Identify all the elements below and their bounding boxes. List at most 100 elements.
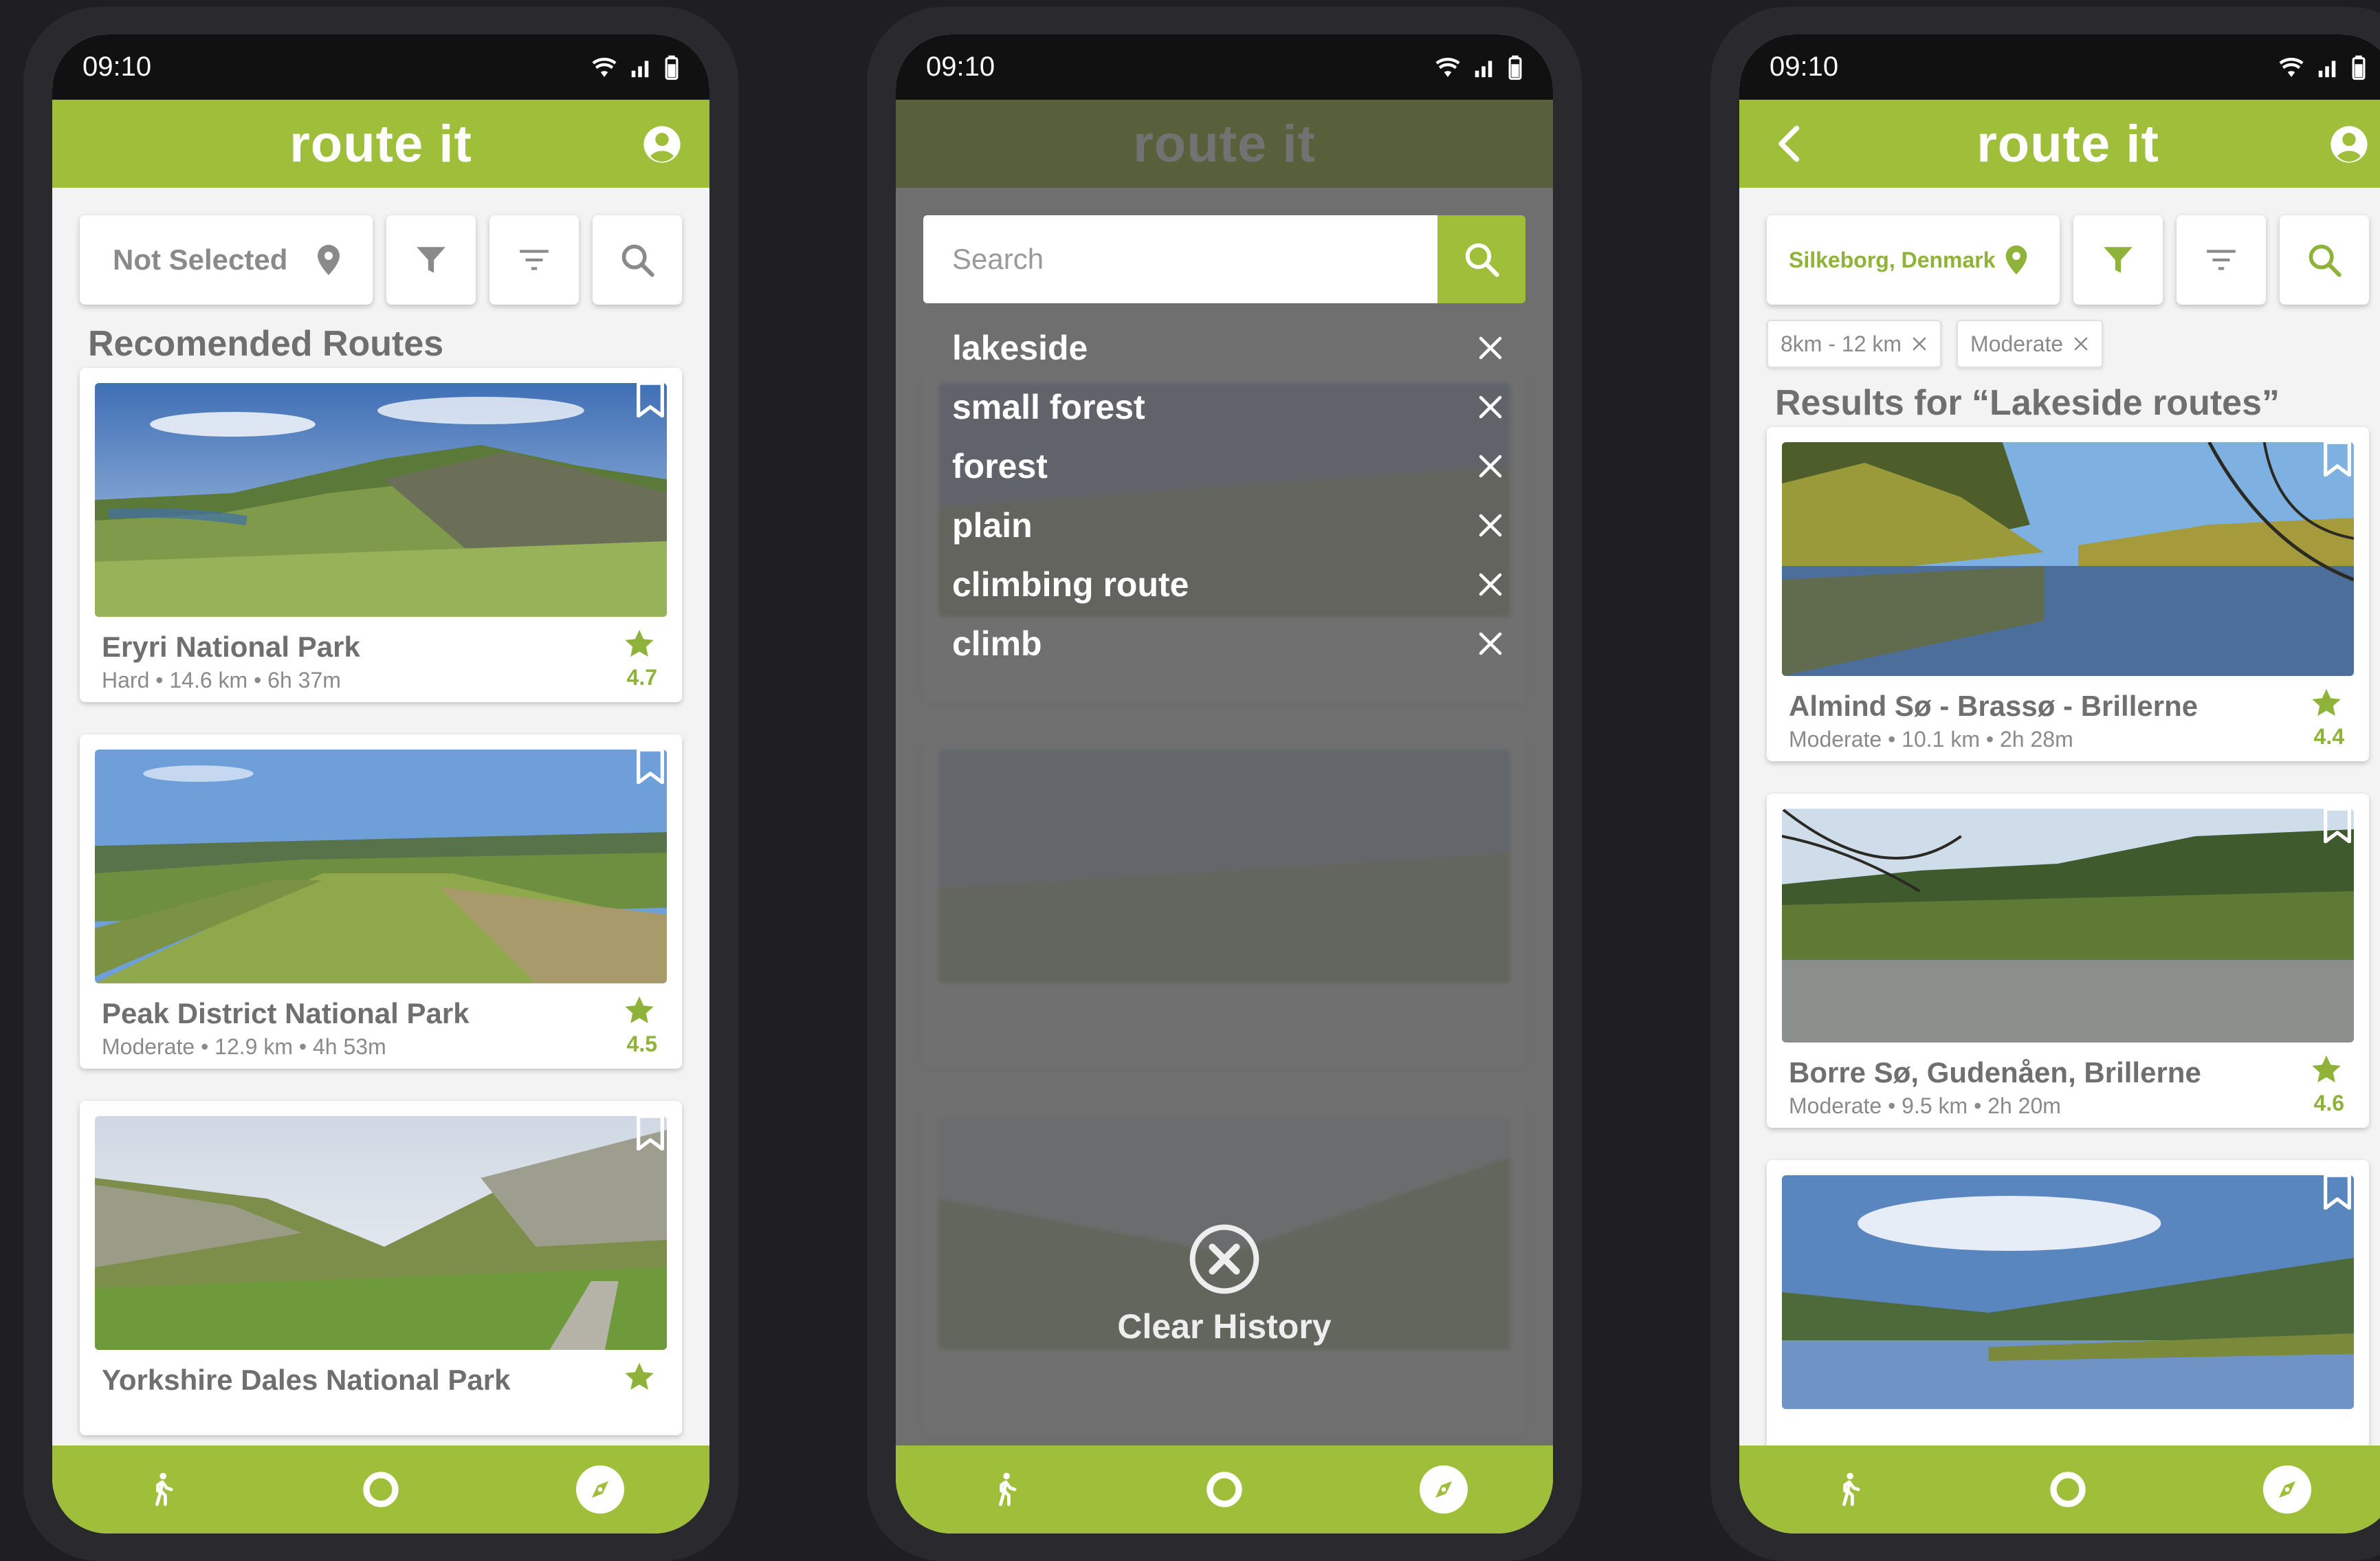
record-circle-icon [2049,1470,2087,1509]
nav-walk[interactable] [981,1465,1029,1514]
route-rating: 4.6 [2313,1091,2344,1115]
nav-explore[interactable] [1419,1465,1468,1514]
route-card[interactable]: Peak District National Park Moderate • 1… [80,734,682,1069]
nav-record[interactable] [2044,1465,2092,1514]
funnel-icon [2101,243,2135,277]
section-title: Recomended Routes [88,324,444,364]
user-circle-icon[interactable] [642,124,682,164]
route-meta: Moderate • 9.5 km • 2h 20m [1789,1093,2061,1118]
sort-button[interactable] [489,215,579,305]
filter-button[interactable] [386,215,476,305]
bookmark-icon[interactable] [635,1115,665,1150]
phone-search: 09:10 route it Search lakeside small for… [867,7,1582,1561]
route-card[interactable]: Borre Sø, Gudenåen, Brillerne Moderate •… [1767,794,2369,1128]
x-icon[interactable] [1911,336,1928,352]
route-name: Almind Sø - Brassø - Brillerne [1789,690,2199,722]
sort-button[interactable] [2177,215,2266,305]
status-time: 09:10 [1770,52,1839,82]
x-icon[interactable] [1476,570,1505,599]
clear-history-button[interactable]: Clear History [896,1223,1553,1346]
history-item[interactable]: small forest [952,380,1505,435]
history-term: plain [952,506,1033,545]
active-filters: 8km - 12 km Moderate [1767,320,2104,368]
x-icon[interactable] [1476,452,1505,481]
history-item[interactable]: lakeside [952,320,1505,375]
search-submit-button[interactable] [1437,215,1525,303]
x-icon[interactable] [1476,334,1505,362]
nav-walk[interactable] [137,1465,186,1514]
search-bar: Search [923,215,1525,303]
funnel-icon [414,243,448,277]
filter-chip[interactable]: Moderate [1957,320,2104,368]
star-icon [2310,687,2343,719]
map-pin-icon [2001,241,2032,279]
route-name: Borre Sø, Gudenåen, Brillerne [1789,1056,2201,1089]
status-bar: 09:10 [52,34,709,100]
toolbar: Silkeborg, Denmark [1767,215,2369,305]
history-item[interactable]: climbing route [952,557,1505,612]
results-screen: 09:10 route it Silkeborg, Denmark 8km - … [1739,34,2380,1533]
x-icon[interactable] [1476,629,1505,658]
x-icon[interactable] [1476,511,1505,540]
magnifier-icon [1463,241,1500,278]
bookmark-icon[interactable] [635,748,665,784]
route-meta: Hard • 14.6 km • 6h 37m [102,668,341,692]
bookmark-icon[interactable] [2322,1174,2353,1210]
route-name: Yorkshire Dales National Park [102,1364,511,1396]
filter-button[interactable] [2073,215,2163,305]
location-selector[interactable]: Not Selected [80,215,373,305]
toolbar: Not Selected [80,215,682,305]
nav-walk[interactable] [1825,1465,1873,1514]
walking-person-icon [144,1472,179,1507]
status-bar: 09:10 [1739,34,2380,100]
battery-icon [664,54,679,80]
route-name: Peak District National Park [102,997,470,1029]
bookmark-icon[interactable] [635,382,665,417]
sort-lines-icon [517,243,551,277]
history-item[interactable]: climb [952,616,1505,671]
route-card[interactable]: Eryri National Park Hard • 14.6 km • 6h … [80,368,682,702]
route-card[interactable]: Yorkshire Dales National Park [80,1101,682,1435]
history-item[interactable]: forest [952,439,1505,494]
chevron-left-icon[interactable] [1771,123,1812,164]
star-icon [623,1361,656,1393]
nav-explore[interactable] [575,1465,624,1514]
user-circle-icon[interactable] [2329,124,2369,164]
sort-lines-icon [2204,243,2238,277]
route-card[interactable] [1767,1160,2369,1494]
history-item[interactable]: plain [952,498,1505,553]
filter-chip[interactable]: 8km - 12 km [1767,320,1942,368]
location-label: Silkeborg, Denmark [1789,247,1996,272]
star-icon [2310,1054,2343,1085]
nav-explore[interactable] [2262,1465,2311,1514]
route-name: Eryri National Park [102,631,360,663]
route-rating: 4.7 [626,665,657,690]
bookmark-icon[interactable] [2322,441,2353,477]
location-label: Not Selected [113,243,288,276]
search-input[interactable]: Search [923,215,1437,303]
status-bar: 09:10 [896,34,1553,100]
signal-icon [628,54,654,80]
search-button[interactable] [593,215,682,305]
route-photo [1782,442,2354,676]
status-time: 09:10 [82,52,152,82]
star-icon [623,994,656,1026]
star-icon [623,628,656,659]
bookmark-icon[interactable] [2322,807,2353,843]
location-selector[interactable]: Silkeborg, Denmark [1767,215,2060,305]
nav-record[interactable] [1200,1465,1248,1514]
history-term: climbing route [952,565,1189,604]
wifi-icon [590,53,619,82]
search-button[interactable] [2280,215,2369,305]
magnifier-icon [2306,242,2342,278]
x-icon[interactable] [1476,393,1505,422]
route-meta: Moderate • 12.9 km • 4h 53m [102,1034,386,1059]
route-card[interactable]: Almind Sø - Brassø - Brillerne Moderate … [1767,427,2369,761]
record-circle-icon [1205,1470,1244,1509]
signal-icon [1472,54,1498,80]
route-photo [95,750,667,983]
x-icon[interactable] [2073,336,2089,352]
chip-label: 8km - 12 km [1781,331,1902,356]
route-photo [95,1116,667,1350]
nav-record[interactable] [357,1465,405,1514]
